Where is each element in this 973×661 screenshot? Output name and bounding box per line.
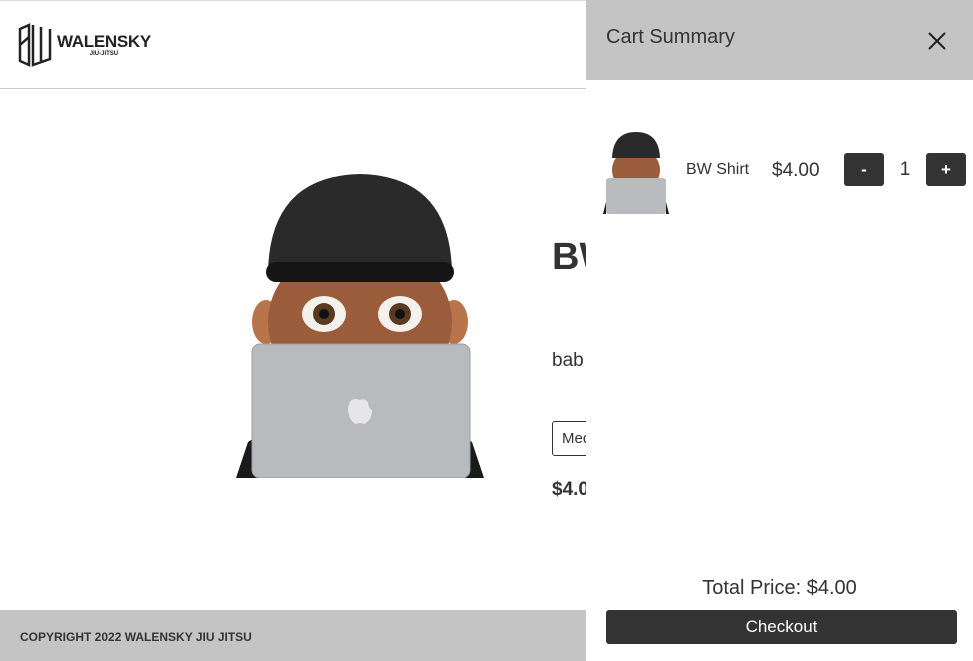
cart-title: Cart Summary xyxy=(606,26,735,48)
cart-item: BW Shirt $4.00 - 1 + xyxy=(603,130,973,215)
checkout-button[interactable]: Checkout xyxy=(606,610,957,644)
cart-item-name: BW Shirt xyxy=(686,161,750,178)
decrement-button[interactable]: - xyxy=(844,153,884,186)
copyright-text: COPYRIGHT 2022 WALENSKY JIU JITSU xyxy=(20,630,252,644)
close-icon[interactable] xyxy=(926,30,948,52)
cart-item-price: $4.00 xyxy=(772,160,820,181)
increment-button[interactable]: + xyxy=(926,153,966,186)
cart-total: Total Price: $4.00 xyxy=(702,577,857,599)
logo-text: WALENSKY xyxy=(57,32,151,51)
product-description: bab xyxy=(552,350,584,371)
cart-item-thumbnail xyxy=(603,132,669,214)
cart-panel: Cart Summary BW Shirt $4.00 - 1 + Total … xyxy=(586,0,973,661)
logo[interactable]: WALENSKY JIU-JITSU xyxy=(17,23,151,67)
logo-mark-icon xyxy=(18,23,52,67)
cart-header: Cart Summary xyxy=(586,0,973,80)
cart-item-quantity: 1 xyxy=(899,159,911,180)
product-image xyxy=(236,174,484,478)
logo-subtext: JIU-JITSU xyxy=(89,51,119,57)
